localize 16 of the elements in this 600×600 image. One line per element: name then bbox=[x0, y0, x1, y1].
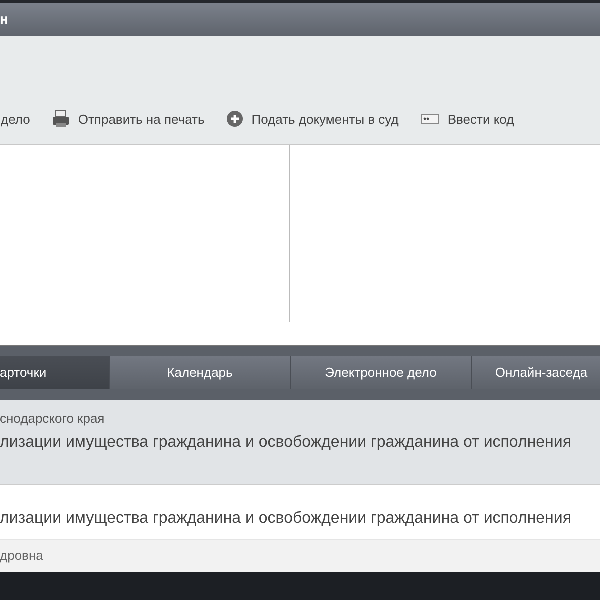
toolbar-button[interactable]: дело bbox=[1, 110, 30, 129]
tab[interactable]: Календарь bbox=[110, 356, 291, 389]
case-title: лизации имущества гражданина и освобождении гражданина от исполнения bbox=[0, 432, 572, 452]
plus-icon bbox=[226, 111, 243, 128]
person-name: дровна bbox=[0, 547, 44, 566]
court-name: снодарского края bbox=[0, 410, 106, 428]
header-title: н bbox=[0, 10, 8, 29]
keyboard-icon bbox=[420, 114, 439, 124]
toolbar-button[interactable]: Отправить на печать bbox=[52, 110, 205, 129]
tab[interactable]: арточки bbox=[0, 356, 110, 389]
tab[interactable]: Онлайн-заседа bbox=[472, 356, 600, 389]
printer-icon bbox=[52, 110, 70, 128]
case-title: лизации имущества гражданина и освобождении гражданина от исполнения bbox=[0, 509, 572, 529]
toolbar-button[interactable]: Подать документы в суд bbox=[226, 110, 399, 129]
toolbar-button[interactable]: Ввести код bbox=[420, 110, 514, 129]
tab[interactable]: Электронное дело bbox=[291, 356, 472, 389]
